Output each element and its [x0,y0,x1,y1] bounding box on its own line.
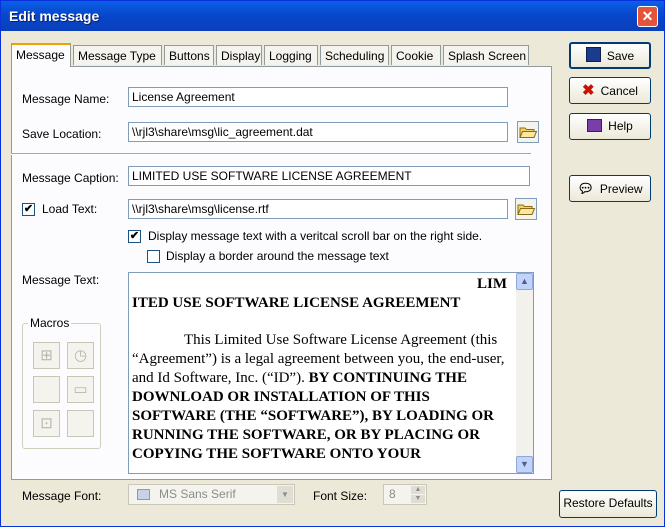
window-title: Edit message [9,8,100,24]
cancel-label: Cancel [600,84,638,98]
separator [11,153,531,155]
scroll-down-icon[interactable]: ▼ [516,456,533,473]
message-text-label: Message Text: [22,273,100,287]
message-text-content: LIM ITED USE SOFTWARE LICENSE AGREEMENT … [132,275,507,464]
macro-blank-icon[interactable] [33,376,60,403]
macro-computer-icon[interactable]: ▭ [67,376,94,403]
message-name-label: Message Name: [22,92,110,106]
tab-cookie[interactable]: Cookie [391,45,441,65]
cancel-x-icon: ✖ [582,82,595,99]
vertical-scroll-checkbox[interactable]: ✔ [128,230,141,243]
message-font-label: Message Font: [22,489,102,503]
border-checkbox[interactable] [147,250,160,263]
macros-group-title: Macros [28,316,72,330]
font-size-label: Font Size: [313,489,368,503]
message-caption-input[interactable]: LIMITED USE SOFTWARE LICENSE AGREEMENT [128,166,530,186]
help-book-icon [587,119,603,132]
folder-open-icon [517,204,536,215]
spin-up-icon[interactable]: ▲ [411,486,425,494]
close-button[interactable]: ✕ [637,6,658,27]
message-caption-label: Message Caption: [22,171,119,185]
macros-group: Macros ⊞ ◷ ▭ ⊡ [22,316,101,449]
preview-button[interactable]: 💬︎ Preview [569,175,651,202]
title-bar[interactable]: Edit message ✕ [1,1,664,31]
tab-logging[interactable]: Logging [264,45,318,65]
border-label: Display a border around the message text [166,249,389,263]
chevron-down-icon[interactable]: ▼ [277,486,293,503]
load-text-path-input[interactable]: \\rjl3\share\msg\license.rtf [128,199,508,219]
browse-load-text-button[interactable] [515,198,537,220]
speech-bubble-icon: 💬︎ [577,181,594,196]
macro-user-icon[interactable]: ⊡ [33,410,60,437]
font-size-spinner[interactable]: 8 ▲ ▼ [383,484,427,505]
help-button[interactable]: Help [569,113,651,140]
save-location-label: Save Location: [22,127,102,141]
help-label: Help [608,119,633,133]
message-name-input[interactable]: License Agreement [128,87,508,107]
message-font-value: MS Sans Serif [159,487,236,501]
macro-clock-icon[interactable]: ◷ [67,342,94,369]
message-text-line1: LIM [477,276,507,292]
tab-display[interactable]: Display [216,45,262,65]
font-size-value: 8 [389,487,396,501]
tab-buttons[interactable]: Buttons [164,45,214,65]
font-icon [137,489,150,500]
browse-save-location-button[interactable] [517,121,539,143]
message-font-select[interactable]: MS Sans Serif ▼ [128,484,295,505]
message-text-scrollbar[interactable]: ▲ ▼ [516,273,533,473]
floppy-disk-icon [585,47,601,62]
save-button[interactable]: Save [569,42,651,69]
restore-defaults-button[interactable]: Restore Defaults [559,490,657,518]
folder-open-icon [519,127,538,138]
edit-message-dialog: Edit message ✕ Message Message Type Butt… [0,0,665,527]
save-location-input[interactable]: \\rjl3\share\msg\lic_agreement.dat [128,122,508,142]
tab-message-type[interactable]: Message Type [73,45,162,65]
load-text-checkbox[interactable]: ✔ [22,203,35,216]
tab-scheduling[interactable]: Scheduling [320,45,389,65]
tab-splash-screen[interactable]: Splash Screen [443,45,529,65]
message-text-heading: ITED USE SOFTWARE LICENSE AGREEMENT [132,295,461,311]
spin-down-icon[interactable]: ▼ [411,495,425,503]
save-label: Save [606,49,635,63]
load-text-label: Load Text: [42,202,98,216]
scroll-up-icon[interactable]: ▲ [516,273,533,290]
macro-insert-field-icon[interactable]: ⊞ [33,342,60,369]
cancel-button[interactable]: ✖ Cancel [569,77,651,104]
tab-message[interactable]: Message [11,43,71,67]
message-text-editor[interactable]: LIM ITED USE SOFTWARE LICENSE AGREEMENT … [128,272,534,474]
macro-blank-icon-2[interactable] [67,410,94,437]
preview-label: Preview [599,182,643,196]
vertical-scroll-label: Display message text with a veritcal scr… [148,229,483,243]
